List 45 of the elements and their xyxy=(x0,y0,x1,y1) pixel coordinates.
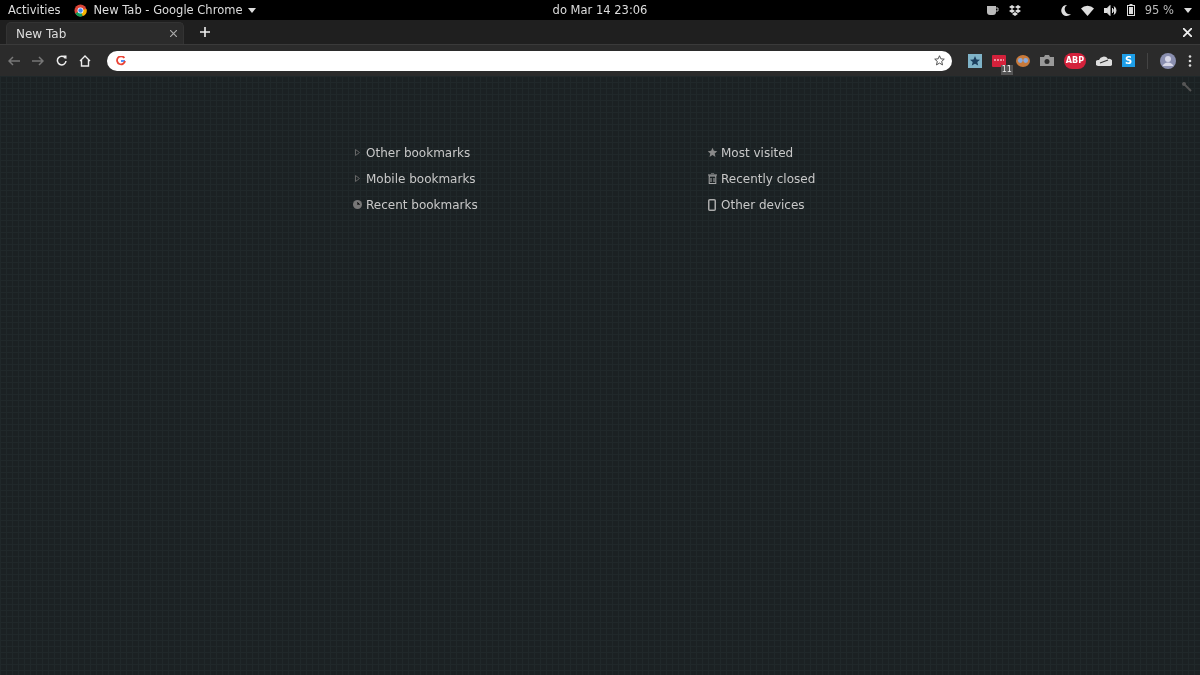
caret-icon xyxy=(248,7,257,13)
caret-icon xyxy=(1184,7,1192,13)
chrome-logo-icon xyxy=(74,3,88,17)
cup-icon xyxy=(985,4,999,16)
moon-icon xyxy=(1060,4,1071,16)
trash-icon xyxy=(707,173,717,184)
volume-icon xyxy=(1103,4,1117,16)
triangle-icon xyxy=(354,175,360,182)
owl-extension-icon[interactable] xyxy=(1015,54,1030,67)
section-link[interactable]: Recent bookmarks xyxy=(366,197,478,212)
phone-icon xyxy=(708,198,716,211)
star-icon xyxy=(706,147,718,158)
battery-icon xyxy=(1126,4,1135,16)
app-menu[interactable]: New Tab - Google Chrome xyxy=(93,3,243,17)
section-link[interactable]: Other devices xyxy=(721,197,805,212)
section-link[interactable]: Most visited xyxy=(721,145,794,160)
wifi-icon xyxy=(1080,4,1094,16)
battery-percentage: 95 % xyxy=(1144,3,1174,17)
menu-icon[interactable] xyxy=(1188,54,1192,67)
triangle-icon xyxy=(354,149,360,156)
forward-icon[interactable] xyxy=(32,55,44,66)
star-extension-icon[interactable] xyxy=(967,53,982,68)
camera-icon[interactable] xyxy=(1039,55,1054,66)
address-bar[interactable] xyxy=(107,50,952,71)
new-tab-icon[interactable] xyxy=(200,27,210,37)
clock[interactable]: do Mar 14 23:06 xyxy=(552,3,648,17)
extension-icon[interactable] xyxy=(991,54,1006,67)
adblock-button[interactable]: ABP xyxy=(1063,52,1086,69)
bookmark-star-icon[interactable] xyxy=(933,55,945,66)
avatar-icon[interactable] xyxy=(1160,52,1176,69)
section-link[interactable]: Recently closed xyxy=(721,171,816,186)
notification-count: 11 xyxy=(1000,64,1013,75)
activities-button[interactable]: Activities xyxy=(8,3,61,17)
cloud-extension-icon[interactable] xyxy=(1096,54,1112,67)
tab[interactable]: New Tab xyxy=(6,22,184,44)
clock-icon xyxy=(352,200,362,209)
close-icon[interactable] xyxy=(1183,27,1192,37)
google-icon xyxy=(116,55,126,66)
section-link[interactable]: Mobile bookmarks xyxy=(366,171,476,186)
home-icon[interactable] xyxy=(79,54,91,67)
section-link[interactable]: Other bookmarks xyxy=(366,145,471,160)
close-tab-icon[interactable] xyxy=(170,30,177,37)
dropbox-icon xyxy=(1008,4,1021,16)
reload-icon[interactable] xyxy=(56,55,67,66)
back-icon[interactable] xyxy=(8,55,20,66)
